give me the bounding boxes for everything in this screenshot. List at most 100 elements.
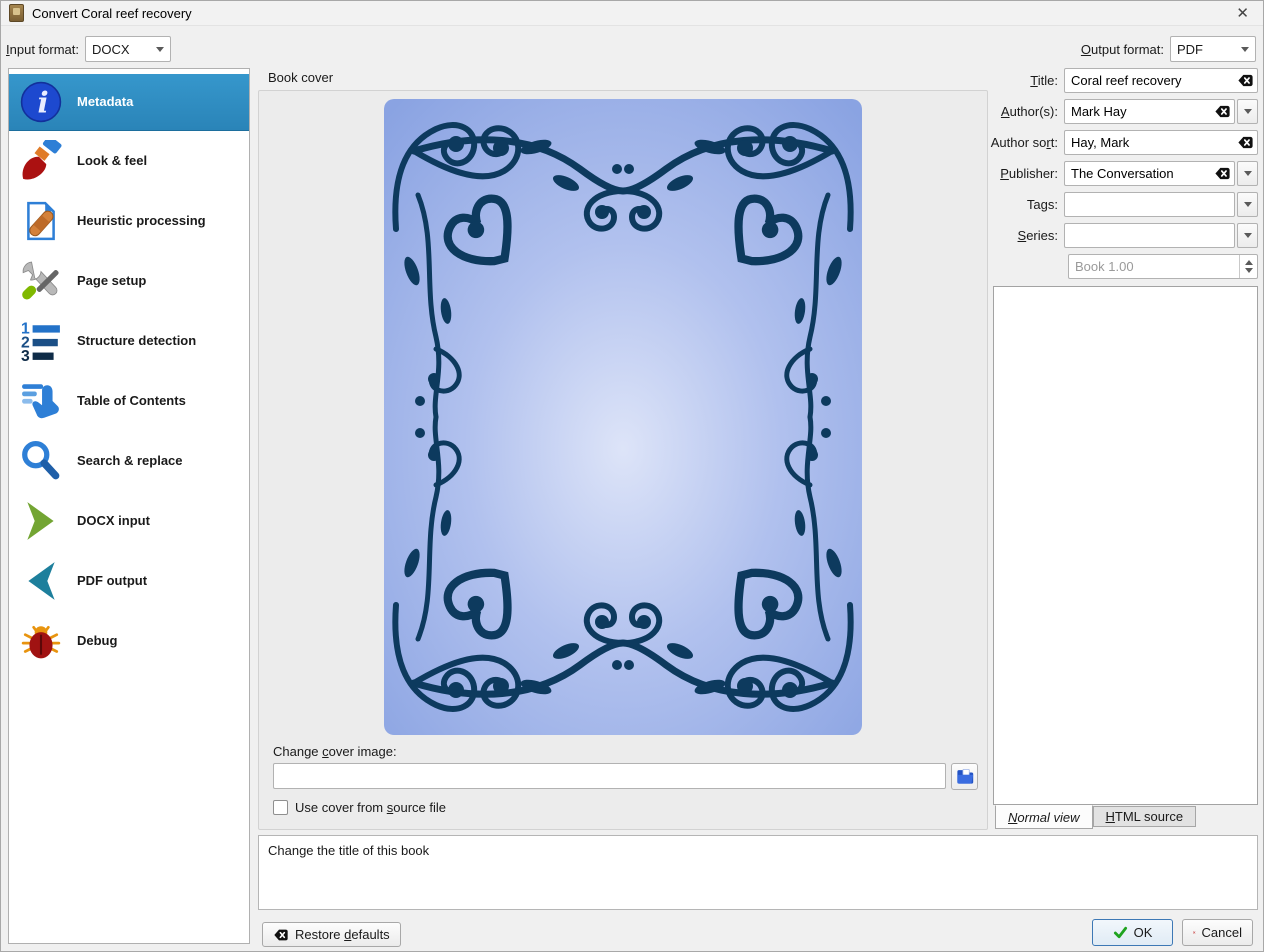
comments-editor[interactable] (993, 286, 1258, 805)
ok-label: OK (1134, 925, 1153, 940)
tab-normal-view[interactable]: Normal view (995, 805, 1093, 829)
sidebar-item-label: Look & feel (77, 153, 207, 169)
sidebar-item-debug[interactable]: Debug (9, 611, 249, 671)
title-label: Title: (990, 73, 1064, 88)
publisher-row: Publisher: (990, 161, 1258, 186)
restore-defaults-label: Restore defaults (295, 927, 390, 942)
use-cover-checkbox-row: Use cover from source file (273, 800, 446, 815)
numbered-list-icon: 123 (19, 319, 63, 363)
status-message-box: Change the title of this book (258, 835, 1258, 910)
browse-cover-button[interactable] (951, 763, 978, 790)
publisher-dropdown-button[interactable] (1237, 161, 1258, 186)
clear-icon (273, 927, 289, 943)
close-icon[interactable]: ✕ (1230, 4, 1255, 23)
status-text: Change the title of this book (268, 843, 429, 858)
sidebar-item-label: Metadata (77, 94, 207, 110)
cancel-button[interactable]: Cancel (1182, 919, 1253, 946)
sidebar-item-label: Table of Contents (77, 393, 207, 409)
app-icon (9, 4, 24, 22)
check-icon (1113, 925, 1128, 940)
tags-input[interactable] (1064, 192, 1235, 217)
series-index-spinner[interactable]: Book 1.00 (1068, 254, 1258, 279)
publisher-input[interactable] (1064, 161, 1235, 186)
search-icon (19, 439, 63, 483)
series-index-value: Book 1.00 (1069, 259, 1239, 274)
paintbrush-icon (19, 139, 63, 183)
chevron-right-icon (19, 499, 63, 543)
comments-view-tabs: Normal view HTML source (995, 805, 1196, 829)
toc-hand-icon (19, 379, 63, 423)
tags-dropdown-button[interactable] (1237, 192, 1258, 217)
series-input[interactable] (1064, 223, 1235, 248)
chevron-down-icon (1244, 109, 1252, 114)
sidebar-item-structure-detection[interactable]: 123 Structure detection (9, 311, 249, 371)
output-format-value: PDF (1177, 42, 1233, 57)
bug-icon (19, 619, 63, 663)
author-sort-input[interactable] (1064, 130, 1258, 155)
sidebar-item-label: Structure detection (77, 333, 207, 349)
svg-text:i: i (38, 85, 49, 120)
book-cover-image (384, 99, 862, 735)
chevron-down-icon (1244, 171, 1252, 176)
tools-icon (19, 259, 63, 303)
sidebar-item-label: Search & replace (77, 453, 207, 469)
clear-authors-icon[interactable] (1214, 103, 1231, 120)
cover-path-input[interactable] (273, 763, 946, 789)
tags-row: Tags: (990, 192, 1258, 217)
chevron-down-icon (1244, 233, 1252, 238)
restore-defaults-button[interactable]: Restore defaults (262, 922, 401, 947)
title-input[interactable] (1064, 68, 1258, 93)
sidebar-item-label: PDF output (77, 573, 207, 589)
metadata-info-icon: i (19, 80, 63, 124)
sidebar-item-look-feel[interactable]: Look & feel (9, 131, 249, 191)
cancel-label: Cancel (1202, 925, 1242, 940)
chevron-left-icon (19, 559, 63, 603)
document-bandaid-icon (19, 199, 63, 243)
title-bar: Convert Coral reef recovery ✕ (1, 1, 1263, 26)
series-label: Series: (990, 228, 1064, 243)
window-title: Convert Coral reef recovery (32, 6, 192, 21)
conversion-steps-sidebar: i Metadata Look & feel Heuristic process… (8, 68, 250, 944)
book-cover-heading: Book cover (268, 70, 333, 85)
use-cover-checkbox[interactable] (273, 800, 288, 815)
sidebar-item-label: Debug (77, 633, 207, 649)
output-format-row: Output format: PDF (1081, 36, 1256, 62)
change-cover-label: Change cover image: (273, 744, 397, 759)
author-sort-row: Author sort: (990, 130, 1258, 155)
ok-button[interactable]: OK (1092, 919, 1173, 946)
input-format-select[interactable]: DOCX (85, 36, 171, 62)
sidebar-item-search-replace[interactable]: Search & replace (9, 431, 249, 491)
input-format-row: Input format: DOCX (6, 36, 171, 62)
clear-author-sort-icon[interactable] (1237, 134, 1254, 151)
chevron-down-icon (156, 47, 164, 52)
convert-dialog: Convert Coral reef recovery ✕ Input form… (0, 0, 1264, 952)
clear-publisher-icon[interactable] (1214, 165, 1231, 182)
use-cover-label: Use cover from source file (295, 800, 446, 815)
spin-up-icon[interactable] (1245, 260, 1253, 265)
author-sort-label: Author sort: (990, 135, 1064, 150)
input-format-label: Input format: (6, 42, 79, 57)
sidebar-item-heuristic-processing[interactable]: Heuristic processing (9, 191, 249, 251)
spinner-buttons[interactable] (1239, 255, 1257, 278)
tab-html-source[interactable]: HTML source (1093, 806, 1197, 827)
spin-down-icon[interactable] (1245, 268, 1253, 273)
sidebar-item-docx-input[interactable]: DOCX input (9, 491, 249, 551)
x-icon (1193, 926, 1196, 939)
output-format-select[interactable]: PDF (1170, 36, 1256, 62)
authors-row: Author(s): (990, 99, 1258, 124)
authors-input[interactable] (1064, 99, 1235, 124)
sidebar-item-label: Heuristic processing (77, 213, 207, 229)
input-format-value: DOCX (92, 42, 148, 57)
sidebar-item-pdf-output[interactable]: PDF output (9, 551, 249, 611)
output-format-label: Output format: (1081, 42, 1164, 57)
clear-title-icon[interactable] (1237, 72, 1254, 89)
series-dropdown-button[interactable] (1237, 223, 1258, 248)
title-row: Title: (990, 68, 1258, 93)
publisher-label: Publisher: (990, 166, 1064, 181)
sidebar-item-label: Page setup (77, 273, 207, 289)
sidebar-item-metadata[interactable]: i Metadata (9, 74, 249, 131)
sidebar-item-table-of-contents[interactable]: Table of Contents (9, 371, 249, 431)
chevron-down-icon (1244, 202, 1252, 207)
sidebar-item-page-setup[interactable]: Page setup (9, 251, 249, 311)
authors-dropdown-button[interactable] (1237, 99, 1258, 124)
